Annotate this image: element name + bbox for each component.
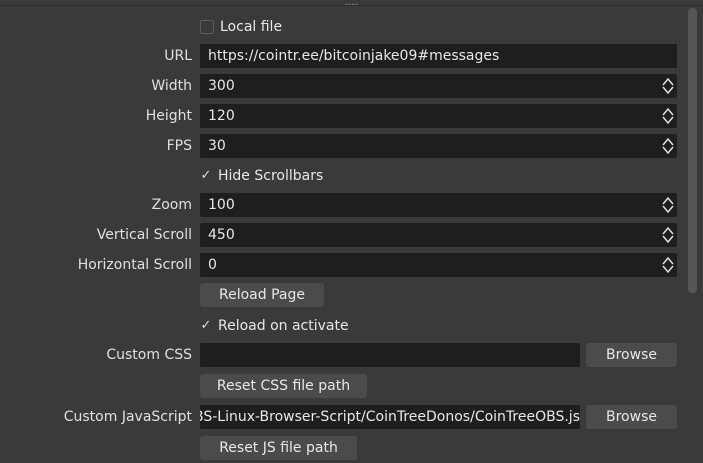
zoom-label: Zoom	[151, 197, 192, 213]
horizontal-scroll-value: 0	[208, 257, 217, 273]
zoom-spinbox[interactable]: 100	[200, 193, 677, 217]
url-label: URL	[164, 48, 192, 64]
zoom-value: 100	[208, 197, 235, 213]
checkbox-unchecked-icon	[200, 20, 214, 34]
height-value: 120	[208, 108, 235, 124]
width-spinbox[interactable]: 300	[200, 74, 677, 98]
vertical-scrollbar-handle[interactable]	[688, 8, 697, 293]
custom-js-browse-button[interactable]: Browse	[586, 405, 677, 429]
width-value: 300	[208, 78, 235, 94]
local-file-checkbox[interactable]: Local file	[200, 16, 282, 38]
fps-value: 30	[208, 138, 226, 154]
reset-css-button[interactable]: Reset CSS file path	[200, 374, 367, 398]
horizontal-scroll-spinbox[interactable]: 0	[200, 253, 677, 277]
chevron-up-icon[interactable]	[662, 226, 674, 235]
top-divider	[0, 5, 703, 6]
reload-on-activate-label: Reload on activate	[218, 318, 349, 334]
chevron-down-icon[interactable]	[662, 205, 674, 214]
width-label: Width	[151, 78, 192, 94]
check-icon: ✓	[200, 318, 212, 333]
height-label: Height	[145, 108, 192, 124]
custom-js-path: OBS-Linux-Browser-Script/CoinTreeDonos/C…	[200, 409, 580, 425]
custom-js-input[interactable]: OBS-Linux-Browser-Script/CoinTreeDonos/C…	[200, 405, 580, 429]
custom-css-browse-button[interactable]: Browse	[586, 343, 677, 367]
reload-on-activate-checkbox[interactable]: ✓ Reload on activate	[200, 315, 349, 337]
local-file-label: Local file	[220, 19, 283, 35]
chevron-down-icon[interactable]	[662, 265, 674, 274]
reload-page-button[interactable]: Reload Page	[200, 283, 324, 307]
vertical-scroll-value: 450	[208, 227, 235, 243]
hide-scrollbars-checkbox[interactable]: ✓ Hide Scrollbars	[200, 165, 324, 187]
chevron-down-icon[interactable]	[662, 116, 674, 125]
chevron-up-icon[interactable]	[662, 137, 674, 146]
height-spinbox[interactable]: 120	[200, 104, 677, 128]
custom-css-label: Custom CSS	[106, 347, 192, 363]
chevron-down-icon[interactable]	[662, 86, 674, 95]
chevron-up-icon[interactable]	[662, 196, 674, 205]
chevron-down-icon[interactable]	[662, 235, 674, 244]
horizontal-scroll-label: Horizontal Scroll	[77, 257, 192, 273]
custom-js-label: Custom JavaScript	[63, 409, 192, 425]
check-icon: ✓	[200, 168, 212, 183]
chevron-down-icon[interactable]	[662, 146, 674, 155]
chevron-up-icon[interactable]	[662, 256, 674, 265]
vertical-scroll-label: Vertical Scroll	[96, 227, 192, 243]
fps-label: FPS	[166, 138, 192, 154]
hide-scrollbars-label: Hide Scrollbars	[218, 168, 324, 184]
fps-spinbox[interactable]: 30	[200, 134, 677, 158]
chevron-up-icon[interactable]	[662, 107, 674, 116]
reset-js-button[interactable]: Reset JS file path	[200, 436, 357, 460]
url-input[interactable]: https://cointr.ee/bitcoinjake09#messages	[200, 44, 677, 68]
custom-css-input[interactable]	[200, 343, 580, 367]
chevron-up-icon[interactable]	[662, 77, 674, 86]
vertical-scroll-spinbox[interactable]: 450	[200, 223, 677, 247]
